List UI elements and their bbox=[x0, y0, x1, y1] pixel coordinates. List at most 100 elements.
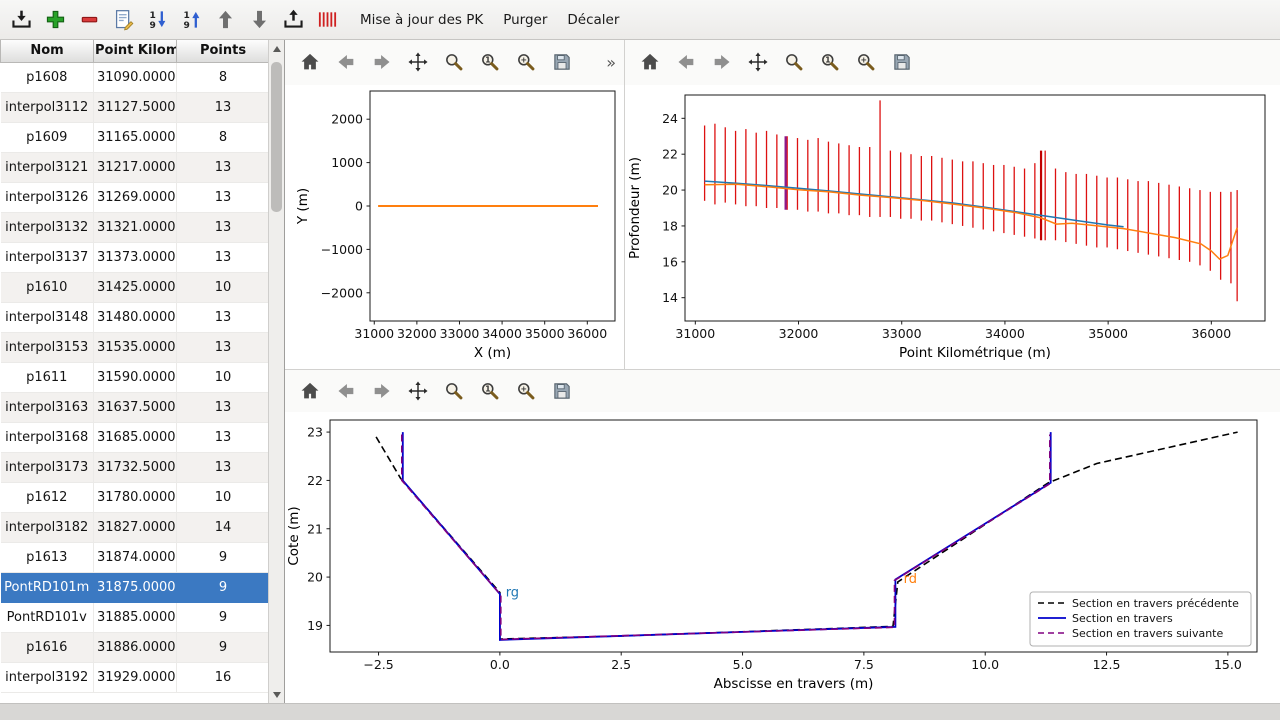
forward-button[interactable] bbox=[709, 50, 734, 75]
move-up-button[interactable] bbox=[210, 4, 241, 35]
cell-nom[interactable]: interpol3192 bbox=[1, 662, 94, 692]
back-button[interactable] bbox=[333, 50, 358, 75]
cell-nom[interactable]: interpol3137 bbox=[1, 242, 94, 272]
column-header-points[interactable]: Points bbox=[177, 40, 270, 62]
zoom-1-button[interactable]: 1 bbox=[477, 50, 502, 75]
zoom-1-button[interactable]: 1 bbox=[477, 379, 502, 404]
table-row[interactable]: interpol316331637.500013 bbox=[1, 392, 270, 422]
add-profile-button[interactable] bbox=[40, 4, 71, 35]
move-down-button[interactable] bbox=[244, 4, 275, 35]
forward-button[interactable] bbox=[369, 50, 394, 75]
table-row[interactable]: p161131590.000010 bbox=[1, 362, 270, 392]
cell-pk[interactable]: 31165.0000 bbox=[94, 122, 177, 152]
cell-pk[interactable]: 31874.0000 bbox=[94, 542, 177, 572]
menu-mise-a-jour-des-pk[interactable]: Mise à jour des PK bbox=[351, 8, 492, 32]
table-row[interactable]: interpol317331732.500013 bbox=[1, 452, 270, 482]
cell-pk[interactable]: 31373.0000 bbox=[94, 242, 177, 272]
plan-view-plot[interactable]: 310003200033000340003500036000−2000−1000… bbox=[285, 85, 624, 369]
import-button[interactable] bbox=[6, 4, 37, 35]
table-row[interactable]: p161031425.000010 bbox=[1, 272, 270, 302]
menu-decaler[interactable]: Décaler bbox=[558, 8, 628, 32]
cell-pk[interactable]: 31685.0000 bbox=[94, 422, 177, 452]
table-row[interactable]: PontRD101m31875.00009 bbox=[1, 572, 270, 602]
zoom-plus-button[interactable]: + bbox=[853, 50, 878, 75]
cell-points[interactable]: 9 bbox=[177, 572, 270, 602]
cell-nom[interactable]: interpol3112 bbox=[1, 92, 94, 122]
sort-descending-button[interactable]: 19 bbox=[142, 4, 173, 35]
cell-points[interactable]: 13 bbox=[177, 422, 270, 452]
pan-button[interactable] bbox=[405, 379, 430, 404]
table-row[interactable]: interpol313231321.000013 bbox=[1, 212, 270, 242]
cell-nom[interactable]: p1611 bbox=[1, 362, 94, 392]
home-button[interactable] bbox=[297, 50, 322, 75]
edit-profile-button[interactable] bbox=[108, 4, 139, 35]
cell-points[interactable]: 13 bbox=[177, 302, 270, 332]
table-row[interactable]: interpol312631269.000013 bbox=[1, 182, 270, 212]
cell-points[interactable]: 13 bbox=[177, 392, 270, 422]
zoom-plus-button[interactable]: + bbox=[513, 379, 538, 404]
cell-pk[interactable]: 31637.5000 bbox=[94, 392, 177, 422]
update-pk-marks-button[interactable] bbox=[312, 4, 343, 35]
zoom-button[interactable] bbox=[441, 50, 466, 75]
cell-points[interactable]: 9 bbox=[177, 632, 270, 662]
cell-nom[interactable]: interpol3163 bbox=[1, 392, 94, 422]
cell-pk[interactable]: 31217.0000 bbox=[94, 152, 177, 182]
cell-points[interactable]: 13 bbox=[177, 92, 270, 122]
cell-nom[interactable]: PontRD101v bbox=[1, 602, 94, 632]
cell-nom[interactable]: interpol3148 bbox=[1, 302, 94, 332]
table-row[interactable]: p161231780.000010 bbox=[1, 482, 270, 512]
back-button[interactable] bbox=[333, 379, 358, 404]
zoom-plus-button[interactable]: + bbox=[513, 50, 538, 75]
table-row[interactable]: p160831090.00008 bbox=[1, 62, 270, 92]
table-row[interactable]: PontRD101v31885.00009 bbox=[1, 602, 270, 632]
pan-button[interactable] bbox=[745, 50, 770, 75]
cell-nom[interactable]: p1613 bbox=[1, 542, 94, 572]
cell-points[interactable]: 8 bbox=[177, 122, 270, 152]
cell-pk[interactable]: 31886.0000 bbox=[94, 632, 177, 662]
zoom-button[interactable] bbox=[441, 379, 466, 404]
cell-points[interactable]: 13 bbox=[177, 452, 270, 482]
cell-pk[interactable]: 31480.0000 bbox=[94, 302, 177, 332]
sort-ascending-button[interactable]: 19 bbox=[176, 4, 207, 35]
table-row[interactable]: interpol316831685.000013 bbox=[1, 422, 270, 452]
cell-nom[interactable]: interpol3126 bbox=[1, 182, 94, 212]
cell-points[interactable]: 9 bbox=[177, 542, 270, 572]
cell-pk[interactable]: 31127.5000 bbox=[94, 92, 177, 122]
cell-pk[interactable]: 31929.0000 bbox=[94, 662, 177, 692]
cell-pk[interactable]: 31827.0000 bbox=[94, 512, 177, 542]
column-header-point-kilometrique[interactable]: Point Kilométrique bbox=[94, 40, 177, 62]
cell-pk[interactable]: 31875.0000 bbox=[94, 572, 177, 602]
cell-points[interactable]: 13 bbox=[177, 152, 270, 182]
cell-points[interactable]: 16 bbox=[177, 662, 270, 692]
pan-button[interactable] bbox=[405, 50, 430, 75]
cell-points[interactable]: 13 bbox=[177, 332, 270, 362]
back-button[interactable] bbox=[673, 50, 698, 75]
home-button[interactable] bbox=[297, 379, 322, 404]
table-row[interactable]: interpol313731373.000013 bbox=[1, 242, 270, 272]
cell-pk[interactable]: 31535.0000 bbox=[94, 332, 177, 362]
cell-pk[interactable]: 31090.0000 bbox=[94, 62, 177, 92]
table-row[interactable]: p161631886.00009 bbox=[1, 632, 270, 662]
cell-pk[interactable]: 31780.0000 bbox=[94, 482, 177, 512]
menu-purger[interactable]: Purger bbox=[494, 8, 556, 32]
cell-pk[interactable]: 31885.0000 bbox=[94, 602, 177, 632]
cell-nom[interactable]: p1610 bbox=[1, 272, 94, 302]
cell-nom[interactable]: PontRD101m bbox=[1, 572, 94, 602]
save-button[interactable] bbox=[549, 50, 574, 75]
zoom-button[interactable] bbox=[781, 50, 806, 75]
table-row[interactable]: p161331874.00009 bbox=[1, 542, 270, 572]
cell-nom[interactable]: interpol3153 bbox=[1, 332, 94, 362]
scrollbar-down-button[interactable] bbox=[269, 687, 284, 702]
table-row[interactable]: interpol315331535.000013 bbox=[1, 332, 270, 362]
table-row[interactable]: interpol319231929.000016 bbox=[1, 662, 270, 692]
cell-nom[interactable]: interpol3173 bbox=[1, 452, 94, 482]
forward-button[interactable] bbox=[369, 379, 394, 404]
cell-pk[interactable]: 31732.5000 bbox=[94, 452, 177, 482]
cell-nom[interactable]: p1616 bbox=[1, 632, 94, 662]
zoom-1-button[interactable]: 1 bbox=[817, 50, 842, 75]
cell-pk[interactable]: 31269.0000 bbox=[94, 182, 177, 212]
cell-pk[interactable]: 31425.0000 bbox=[94, 272, 177, 302]
home-button[interactable] bbox=[637, 50, 662, 75]
cell-points[interactable]: 13 bbox=[177, 242, 270, 272]
cell-points[interactable]: 13 bbox=[177, 182, 270, 212]
